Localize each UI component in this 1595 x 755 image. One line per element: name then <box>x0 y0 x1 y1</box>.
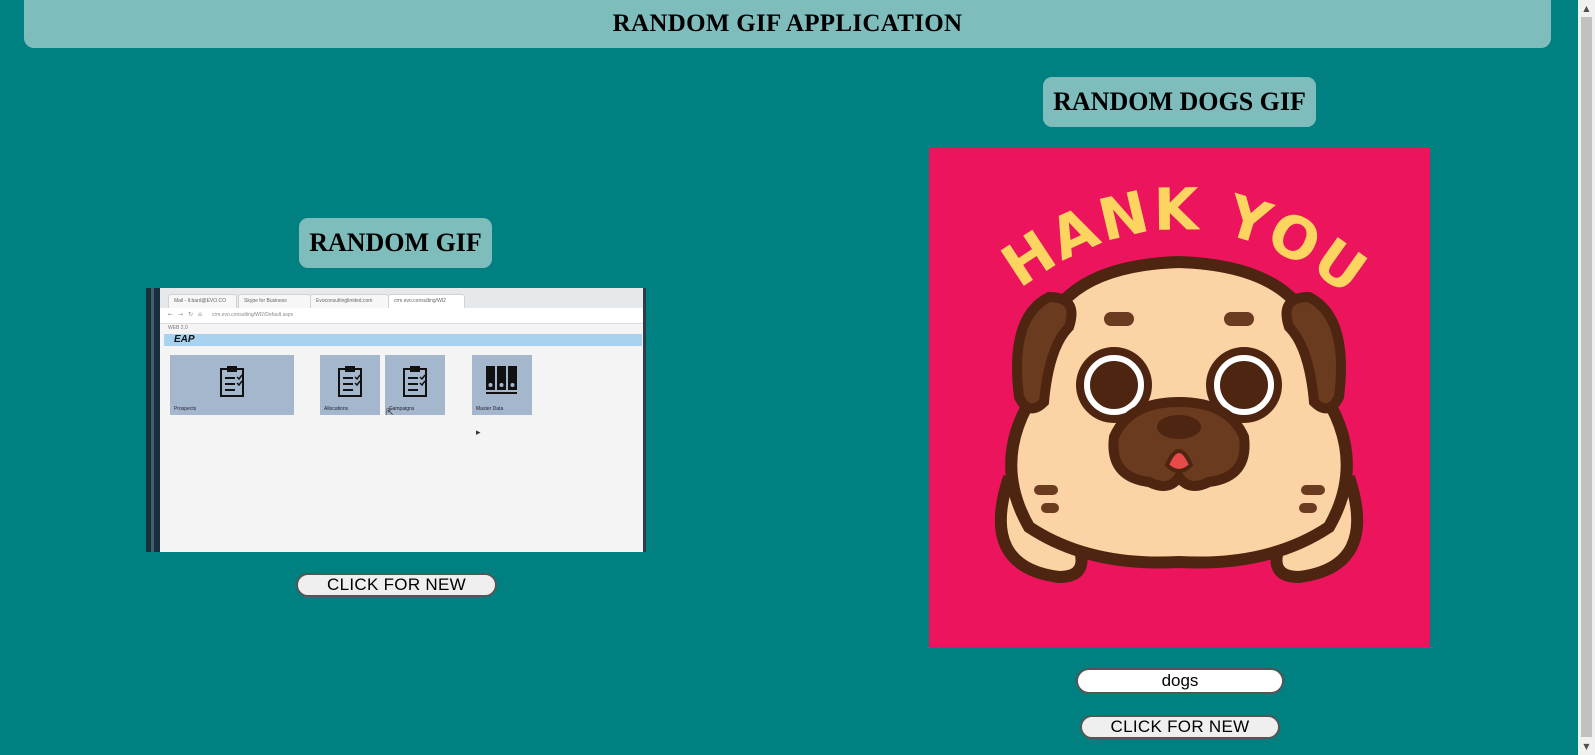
page: RANDOM GIF APPLICATION RANDOM GIF Mail -… <box>0 0 1595 755</box>
clipboard-icon <box>338 366 362 397</box>
preview-tile-label: Master Data <box>476 406 504 412</box>
random-gif-image: Mail - lt.bard@EVO.CO Skype for Business… <box>146 288 646 552</box>
browser-tab: crm.evo.consulting/WI2 <box>388 294 465 309</box>
browser-tabs: Mail - lt.bard@EVO.CO Skype for Business… <box>160 288 646 309</box>
browser-nav-icons: ←→↻⌂ <box>168 311 207 318</box>
pug-illustration: THANK YOU! <box>908 93 1378 584</box>
browser-tab: Evoconsultinglimited.com <box>310 294 389 309</box>
page-scrollbar[interactable]: ▲ ▼ <box>1578 0 1595 755</box>
app-header: RANDOM GIF APPLICATION <box>24 0 1551 48</box>
cursor-icon: ⇱ <box>386 408 394 418</box>
preview-section-bar: EAP <box>164 334 642 346</box>
preview-section-title: EAP <box>174 334 195 345</box>
taskbar-accent <box>151 288 154 552</box>
preview-tile: Allocations <box>320 355 380 415</box>
scrollbar-thumb[interactable] <box>1581 17 1592 737</box>
clipboard-icon <box>220 366 244 397</box>
binders-icon <box>486 366 517 394</box>
preview-tile: Prospects <box>170 355 294 415</box>
random-gif-title: RANDOM GIF <box>299 218 492 268</box>
dogs-gif-title: RANDOM DOGS GIF <box>1043 77 1316 127</box>
app-title: RANDOM GIF APPLICATION <box>612 10 963 37</box>
clipboard-icon <box>403 366 427 397</box>
preview-tile-label: Allocations <box>324 406 349 412</box>
browser-tab: Skype for Business <box>238 294 311 309</box>
scroll-down-arrow-icon[interactable]: ▼ <box>1578 738 1595 755</box>
dogs-gif-image: THANK YOU! <box>908 93 1430 647</box>
scroll-up-arrow-icon[interactable]: ▲ <box>1578 0 1595 17</box>
dogs-gif-new-button[interactable]: CLICK FOR NEW <box>1080 715 1280 739</box>
browser-tab: Mail - lt.bard@EVO.CO <box>168 294 237 309</box>
gif-search-input[interactable] <box>1076 668 1284 694</box>
preview-tile-label: Prospects <box>174 406 197 412</box>
cursor-icon: ▸ <box>476 428 481 438</box>
preview-breadcrumb: WEB 2.0 <box>168 325 188 331</box>
browser-address-bar: ←→↻⌂ crm.evo.consulting/WI2/Default.aspx <box>160 308 646 324</box>
preview-tile: Campaigns <box>385 355 445 415</box>
preview-edge <box>643 288 646 552</box>
browser-url: crm.evo.consulting/WI2/Default.aspx <box>212 312 294 318</box>
preview-tile: Master Data <box>472 355 532 415</box>
random-gif-new-button[interactable]: CLICK FOR NEW <box>296 573 497 597</box>
